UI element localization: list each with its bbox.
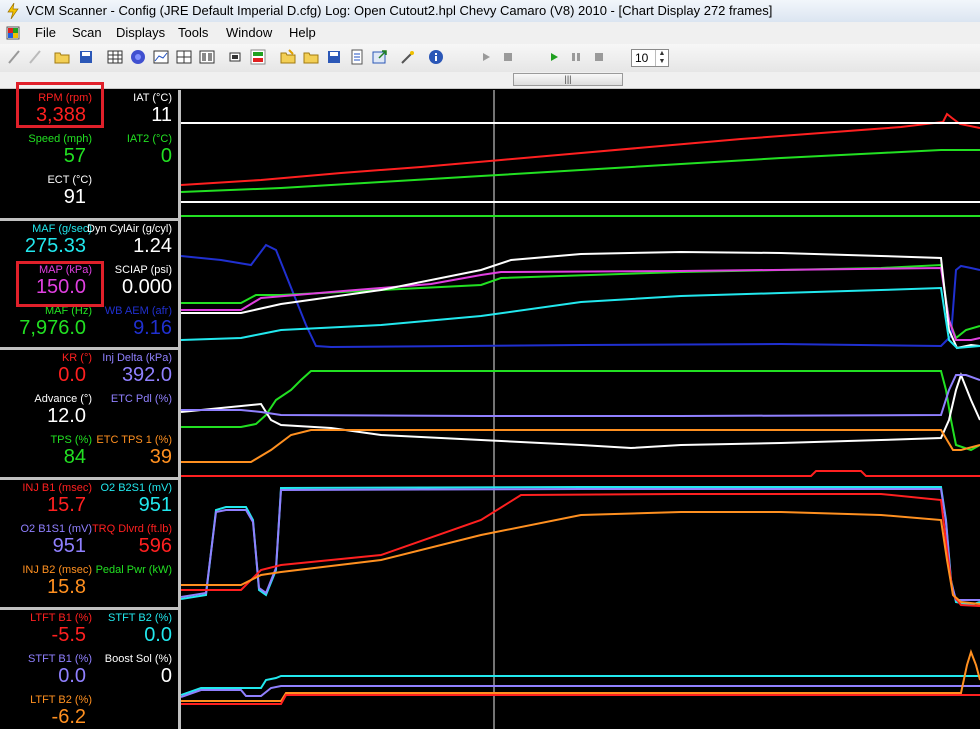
- param-value: 15.8: [47, 576, 86, 598]
- info-icon[interactable]: [428, 49, 444, 65]
- param-label: ECT (°C): [47, 174, 92, 186]
- play-icon[interactable]: [546, 49, 562, 65]
- window-menu-icon[interactable]: [6, 26, 20, 40]
- param-label: STFT B1 (%): [28, 653, 92, 665]
- param-label: INJ B2 (msec): [22, 564, 92, 576]
- param-label: Pedal Pwr (kW): [95, 564, 172, 576]
- param-value: 15.7: [47, 494, 86, 516]
- param-value: 0: [160, 665, 172, 687]
- param-value: 7,976.0: [19, 317, 86, 339]
- param-label: Speed (mph): [28, 133, 92, 145]
- param-label: ETC Pdl (%): [110, 393, 172, 405]
- map-highlight-box: [16, 261, 104, 307]
- param-label: O2 B1S1 (mV): [20, 523, 92, 535]
- param-label: TPS (%): [50, 434, 92, 446]
- save-log-icon[interactable]: [326, 49, 342, 65]
- param-label: LTFT B2 (%): [30, 694, 92, 706]
- lightning-app-icon: [7, 3, 19, 19]
- menu-tools[interactable]: Tools: [178, 25, 208, 40]
- param-value: 91: [63, 186, 86, 208]
- param-label: Boost Sol (%): [104, 653, 172, 665]
- param-value: 951: [138, 494, 172, 516]
- chart-view-icon[interactable]: [153, 49, 169, 65]
- param-value: 0: [160, 145, 172, 167]
- param-value: 9.16: [133, 317, 172, 339]
- param-value: 0.0: [58, 364, 86, 386]
- folder-icon[interactable]: [303, 49, 319, 65]
- param-label: Dyn CylAir (g/cyl): [87, 223, 172, 235]
- grid-view-icon[interactable]: [176, 49, 192, 65]
- param-label: INJ B1 (msec): [22, 482, 92, 494]
- toolbar: 10 ▲ ▼: [0, 44, 980, 73]
- dual-view-icon[interactable]: [199, 49, 215, 65]
- open-folder-icon[interactable]: [54, 49, 70, 65]
- save-icon[interactable]: [78, 49, 94, 65]
- param-label: IAT (°C): [133, 92, 172, 104]
- menu-displays[interactable]: Displays: [116, 25, 165, 40]
- document-icon[interactable]: [349, 49, 365, 65]
- scrollbar-thumb[interactable]: |||: [513, 73, 623, 86]
- chart-area[interactable]: [181, 90, 980, 729]
- open-log-icon[interactable]: [280, 49, 296, 65]
- param-value: 84: [63, 446, 86, 468]
- param-value: 392.0: [121, 364, 172, 386]
- param-label: MAF (g/sec): [32, 223, 92, 235]
- stop-icon[interactable]: [591, 49, 607, 65]
- param-label: SCIAP (psi): [114, 264, 172, 276]
- connect-icon[interactable]: [227, 49, 243, 65]
- magic-wand-icon[interactable]: [400, 49, 416, 65]
- export-icon[interactable]: [372, 49, 388, 65]
- param-value: 0.0: [58, 665, 86, 687]
- pen-disabled-icon[interactable]: [27, 49, 43, 65]
- menu-bar: File Scan Displays Tools Window Help: [0, 22, 980, 44]
- param-label: KR (°): [61, 352, 92, 364]
- param-value: 1.24: [133, 235, 172, 257]
- param-value: 11: [151, 104, 172, 126]
- frames-spinner[interactable]: 10 ▲ ▼: [631, 49, 669, 67]
- horizontal-scrollbar[interactable]: |||: [0, 72, 980, 89]
- param-label: ETC TPS 1 (%): [96, 434, 172, 446]
- param-value: 275.33: [24, 235, 86, 257]
- param-label: Inj Delta (kPa): [102, 352, 172, 364]
- param-value: 57: [63, 145, 86, 167]
- rpm-highlight-box: [16, 82, 104, 128]
- menu-scan[interactable]: Scan: [72, 25, 102, 40]
- param-label: IAT2 (°C): [126, 133, 172, 145]
- pause-icon[interactable]: [568, 49, 584, 65]
- gauge-icon[interactable]: [130, 49, 146, 65]
- play-disabled-icon[interactable]: [478, 49, 494, 65]
- param-value: 12.0: [47, 405, 86, 427]
- param-value: 951: [52, 535, 86, 557]
- table-view-icon[interactable]: [107, 49, 123, 65]
- param-label: TRQ Dlvrd (ft.lb): [91, 523, 172, 535]
- menu-help[interactable]: Help: [289, 25, 316, 40]
- on-off-icon[interactable]: [250, 49, 266, 65]
- param-value: 39: [149, 446, 172, 468]
- param-label: WB AEM (afr): [104, 305, 172, 317]
- param-label: STFT B2 (%): [108, 612, 172, 624]
- param-value: -5.5: [51, 624, 86, 646]
- window-title: VCM Scanner - Config (JRE Default Imperi…: [26, 3, 773, 18]
- pen-icon[interactable]: [6, 49, 22, 65]
- spinner-arrows[interactable]: ▲ ▼: [655, 50, 668, 66]
- param-value: 0.0: [144, 624, 172, 646]
- param-label: O2 B2S1 (mV): [100, 482, 172, 494]
- param-value: -6.2: [51, 706, 86, 728]
- param-label: Advance (°): [34, 393, 92, 405]
- param-value: 0.000: [121, 276, 172, 298]
- stop-disabled-icon[interactable]: [500, 49, 516, 65]
- menu-window[interactable]: Window: [226, 25, 272, 40]
- menu-file[interactable]: File: [35, 25, 56, 40]
- param-label: LTFT B1 (%): [30, 612, 92, 624]
- param-value: 596: [138, 535, 172, 557]
- title-bar: VCM Scanner - Config (JRE Default Imperi…: [0, 0, 980, 23]
- frames-value[interactable]: 10: [635, 51, 648, 65]
